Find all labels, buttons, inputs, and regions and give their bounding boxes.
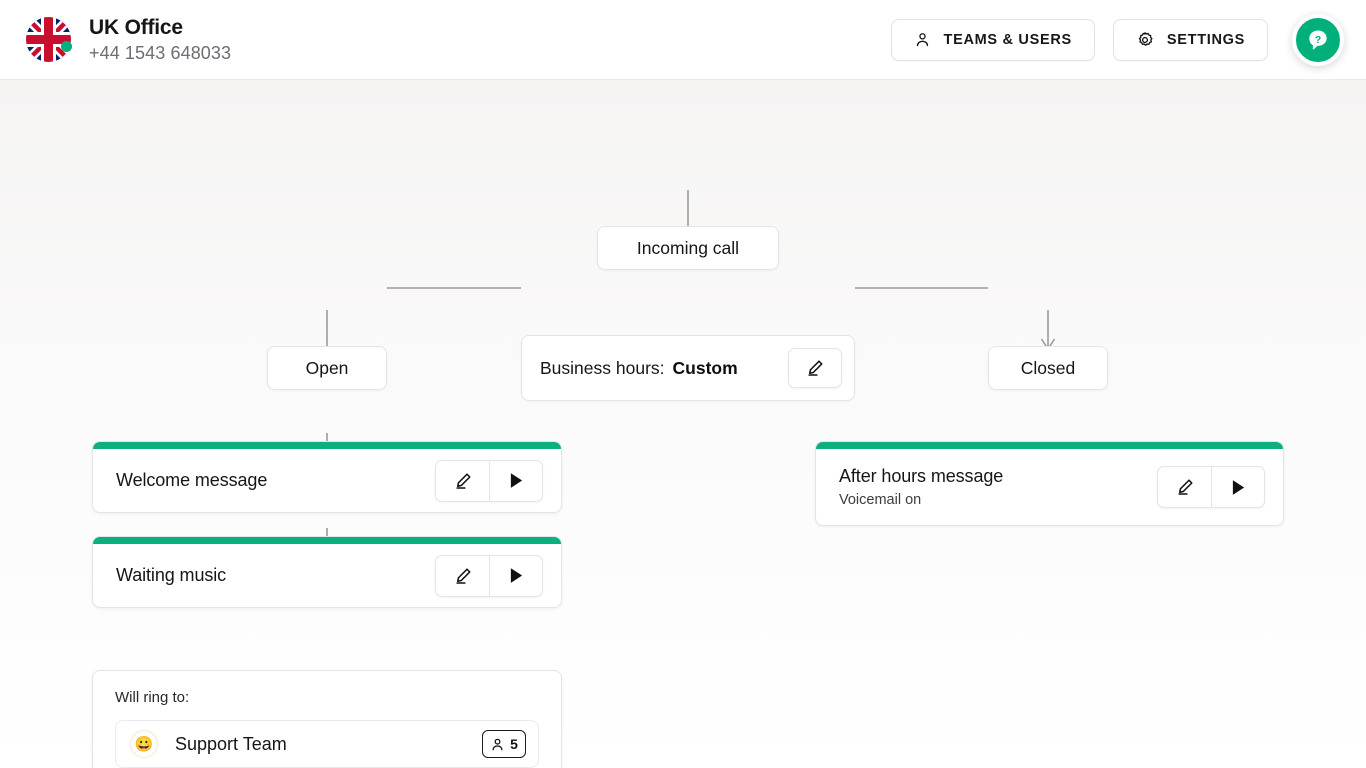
card-waiting-music[interactable]: Waiting music <box>92 536 562 608</box>
open-branch-label: Open <box>305 357 349 378</box>
flow-connectors <box>319 190 1056 583</box>
card-accent-bar <box>93 442 561 449</box>
teams-and-users-button[interactable]: TEAMS & USERS <box>890 18 1095 61</box>
waiting-music-actions <box>435 554 543 597</box>
user-icon <box>914 31 931 48</box>
pencil-icon <box>808 360 823 376</box>
team-avatar: 😀 <box>130 730 158 758</box>
team-member-count: 5 <box>510 736 518 752</box>
pencil-icon <box>455 567 471 584</box>
after-hours-actions <box>1157 466 1265 508</box>
node-open-branch[interactable]: Open <box>267 346 387 390</box>
after-hours-title: After hours message <box>839 466 1004 486</box>
office-phone-number: +44 1543 648033 <box>89 43 232 64</box>
uk-flag-avatar <box>26 16 72 62</box>
after-hours-subtitle: Voicemail on <box>839 492 922 508</box>
person-icon <box>492 738 503 750</box>
play-icon <box>510 568 522 583</box>
business-hours-value: Custom <box>672 357 738 378</box>
header-actions: TEAMS & USERS SETTINGS ? <box>890 13 1344 66</box>
business-hours-edit-button[interactable] <box>788 348 842 388</box>
help-question-icon: ? <box>1309 29 1327 49</box>
waiting-music-edit-button[interactable] <box>436 556 489 596</box>
welcome-message-play-button[interactable] <box>489 460 542 501</box>
pencil-icon <box>455 472 471 489</box>
welcome-message-actions <box>435 459 543 502</box>
svg-text:?: ? <box>1315 34 1321 45</box>
pencil-icon <box>1177 479 1193 495</box>
play-icon <box>1232 479 1244 495</box>
card-accent-bar <box>816 442 1283 449</box>
settings-label: SETTINGS <box>1166 31 1245 48</box>
incoming-call-label: Incoming call <box>636 237 740 258</box>
online-status-dot <box>61 40 72 52</box>
app-header: UK Office +44 1543 648033 TEAMS & USERS … <box>0 0 1366 80</box>
office-identity: UK Office +44 1543 648033 <box>26 16 231 64</box>
page-title: UK Office <box>89 15 183 39</box>
smiley-emoji-icon: 😀 <box>134 736 154 753</box>
team-name-label: Support Team <box>175 733 287 754</box>
welcome-message-title: Welcome message <box>116 470 268 490</box>
panel-will-ring-to: Will ring to: 😀 Support Team 5 Simultane… <box>92 670 562 768</box>
card-welcome-message[interactable]: Welcome message <box>92 441 562 513</box>
after-hours-edit-button[interactable] <box>1158 467 1211 507</box>
waiting-music-title: Waiting music <box>116 565 227 585</box>
call-flow-canvas: Incoming call Business hours: Custom Ope… <box>0 80 1366 768</box>
waiting-music-play-button[interactable] <box>489 555 542 596</box>
settings-button[interactable]: SETTINGS <box>1112 18 1268 61</box>
welcome-message-edit-button[interactable] <box>436 461 489 501</box>
after-hours-play-button[interactable] <box>1211 467 1264 507</box>
node-closed-branch[interactable]: Closed <box>988 346 1108 390</box>
will-ring-to-label: Will ring to: <box>115 689 190 706</box>
play-icon <box>510 473 522 488</box>
help-button[interactable]: ? <box>1292 13 1344 66</box>
card-accent-bar <box>93 537 561 544</box>
gear-icon <box>1136 31 1154 49</box>
ring-target-row[interactable]: 😀 Support Team 5 <box>115 720 539 768</box>
team-member-count-badge: 5 <box>482 730 526 758</box>
teams-and-users-label: TEAMS & USERS <box>943 31 1072 48</box>
node-business-hours[interactable]: Business hours: Custom <box>521 335 855 401</box>
closed-branch-label: Closed <box>1020 357 1076 378</box>
card-after-hours-message[interactable]: After hours message Voicemail on <box>815 441 1284 526</box>
uk-flag-icon <box>26 16 71 62</box>
node-incoming-call[interactable]: Incoming call <box>597 226 779 270</box>
business-hours-label: Business hours: <box>540 357 665 378</box>
